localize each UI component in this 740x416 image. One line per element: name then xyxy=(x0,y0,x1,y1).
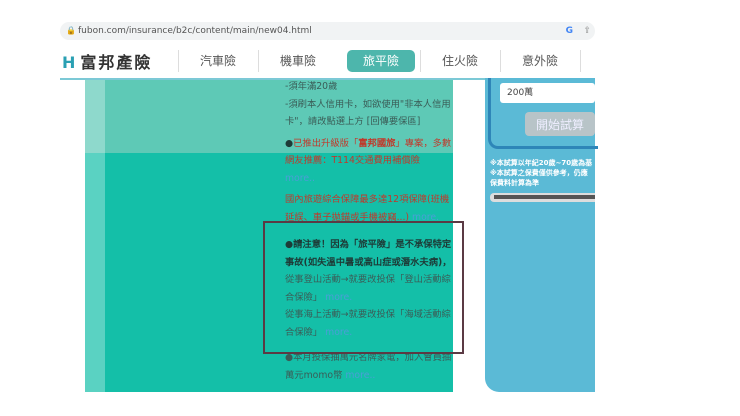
panel-edge xyxy=(85,80,105,392)
scrollbar[interactable] xyxy=(490,193,595,202)
tab-motorcycle[interactable]: 機車險 xyxy=(258,50,337,72)
top-nav: H 富邦產險 汽車險 機車險 旅平險 住火險 意外險 xyxy=(60,44,595,80)
tab-car[interactable]: 汽車險 xyxy=(178,50,257,72)
note: 保費料計算為準 xyxy=(490,179,539,187)
note: ※本試算以年紀20歲~70歲為基 xyxy=(490,159,593,167)
requirement-age: -須年滿20歲 xyxy=(285,81,338,92)
tab-fire[interactable]: 住火險 xyxy=(420,50,499,72)
calc-notes: ※本試算以年紀20歲~70歲為基 ※本試算之保費僅供參考，仍應 保費料計算為準 xyxy=(490,158,595,188)
google-icon[interactable]: G xyxy=(566,22,573,40)
promo-upgrade: ●已推出升級版「富邦國旅」專案，多數網友推薦：T114交通費用補償險 more.. xyxy=(285,135,455,188)
coverage-amount-select[interactable]: 200萬 xyxy=(500,83,595,103)
bullet: ● xyxy=(285,137,294,149)
logo-mark-icon: H xyxy=(62,53,78,72)
tab-travel[interactable]: 旅平險 xyxy=(347,50,415,72)
promo-text: 已推出升級版「 xyxy=(293,137,359,149)
share-icon[interactable]: ⇪ xyxy=(583,22,591,40)
highlight-box xyxy=(263,221,464,354)
logo-text: 富邦產險 xyxy=(80,53,153,72)
scrollbar-thumb[interactable] xyxy=(494,195,595,199)
more-link[interactable]: more.. xyxy=(285,173,315,184)
note: ※本試算之保費僅供參考，仍應 xyxy=(490,169,588,177)
start-calculation-button[interactable]: 開始試算 xyxy=(525,112,595,136)
lock-icon: 🔒 xyxy=(66,26,76,35)
more-link[interactable]: more.. xyxy=(345,370,375,381)
tab-divider xyxy=(580,50,596,72)
address-bar[interactable]: 🔒 fubon.com/insurance/b2c/content/main/n… xyxy=(60,22,595,40)
promo-highlight: 富邦國旅 xyxy=(358,137,396,149)
logo[interactable]: H 富邦產險 xyxy=(62,49,152,73)
requirement-card: -須刷本人信用卡，如欲使用"非本人信用卡"，請改點選上方 [回傳要保區] xyxy=(285,98,451,128)
promo-monthly: ●本月投保抽萬元名牌家電，加入會員抽萬元momo幣 more.. xyxy=(285,349,455,384)
url-text[interactable]: fubon.com/insurance/b2c/content/main/new… xyxy=(78,22,312,40)
tab-accident[interactable]: 意外險 xyxy=(500,50,579,72)
